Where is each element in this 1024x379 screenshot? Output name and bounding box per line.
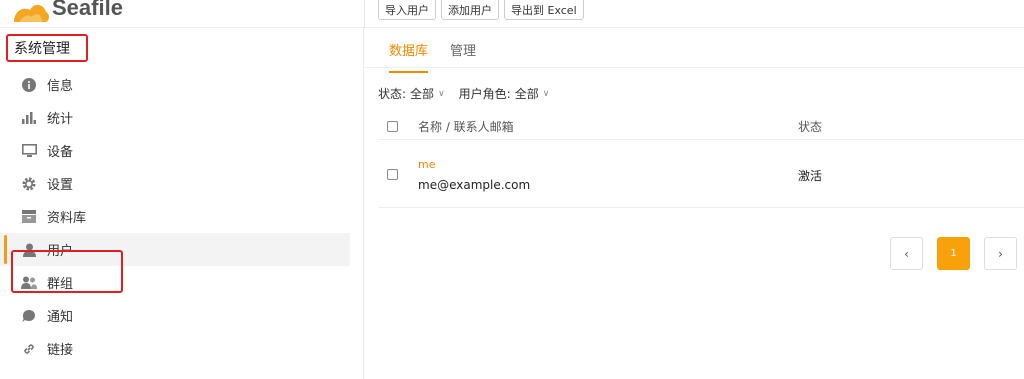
prev-page-button[interactable]: ‹ bbox=[890, 237, 923, 270]
chevron-down-icon: ∨ bbox=[542, 88, 550, 99]
sidebar-item-label: 设置 bbox=[47, 178, 74, 193]
status-filter-label: 状态: bbox=[378, 87, 407, 101]
user-email: me@example.com bbox=[418, 178, 531, 192]
role-filter-label: 用户角色: bbox=[458, 87, 511, 101]
info-icon bbox=[21, 77, 37, 93]
role-filter[interactable]: 用户角色: 全部 ∨ bbox=[459, 85, 550, 102]
logo-icon bbox=[10, 0, 50, 23]
chevron-right-icon: › bbox=[998, 246, 1003, 261]
sidebar-item-label: 链接 bbox=[47, 343, 74, 358]
header-divider bbox=[364, 0, 365, 28]
brand-name: Seafile bbox=[52, 0, 123, 20]
sidebar-item-users[interactable]: 用户 bbox=[0, 233, 350, 266]
sidebar-item-settings[interactable]: 设置 bbox=[0, 167, 350, 200]
sidebar-item-label: 资料库 bbox=[47, 211, 87, 226]
library-icon bbox=[21, 209, 37, 225]
column-header-name: 名称 / 联系人邮箱 bbox=[418, 120, 514, 134]
main-content: 数据库 管理 状态: 全部 ∨ 用户角色: 全部 ∨ 名称 / 联系人邮箱 状态… bbox=[365, 28, 1024, 379]
next-page-button[interactable]: › bbox=[984, 237, 1017, 270]
tab-database[interactable]: 数据库 bbox=[389, 40, 429, 73]
logo[interactable]: Seafile bbox=[10, 0, 123, 23]
sidebar-item-label: 群组 bbox=[47, 277, 74, 292]
sidebar: 系统管理 信息 统计 设备 设置 资料库 用户 群组 通知 链接 bbox=[0, 28, 364, 379]
table-header: 名称 / 联系人邮箱 状态 bbox=[378, 112, 1024, 140]
bar-chart-icon bbox=[21, 110, 37, 126]
sidebar-item-label: 设备 bbox=[47, 145, 74, 160]
column-header-status: 状态 bbox=[798, 120, 823, 134]
table-row: me me@example.com 激活 bbox=[378, 140, 1024, 208]
sidebar-item-groups[interactable]: 群组 bbox=[0, 266, 350, 299]
row-checkbox[interactable] bbox=[387, 169, 398, 180]
tab-bar: 数据库 管理 bbox=[365, 28, 1024, 73]
sidebar-item-notifications[interactable]: 通知 bbox=[0, 299, 350, 332]
sidebar-item-statistics[interactable]: 统计 bbox=[0, 101, 350, 134]
user-icon bbox=[21, 242, 37, 258]
chevron-left-icon: ‹ bbox=[904, 246, 909, 261]
status-filter-value: 全部 bbox=[410, 87, 435, 101]
top-bar: Seafile 导入用户 添加用户 导出到 Excel bbox=[0, 0, 1024, 28]
gear-icon bbox=[21, 176, 37, 192]
import-users-button[interactable]: 导入用户 bbox=[378, 0, 436, 20]
filter-bar: 状态: 全部 ∨ 用户角色: 全部 ∨ bbox=[378, 85, 549, 102]
toolbar: 导入用户 添加用户 导出到 Excel bbox=[378, 0, 584, 20]
sidebar-item-info[interactable]: 信息 bbox=[0, 68, 350, 101]
sidebar-item-label: 统计 bbox=[47, 112, 74, 127]
sidebar-item-libraries[interactable]: 资料库 bbox=[0, 200, 350, 233]
sidebar-title: 系统管理 bbox=[6, 34, 88, 62]
sidebar-nav: 信息 统计 设备 设置 资料库 用户 群组 通知 链接 bbox=[0, 68, 350, 365]
page-number-current[interactable]: 1 bbox=[937, 237, 970, 270]
sidebar-item-devices[interactable]: 设备 bbox=[0, 134, 350, 167]
status-filter[interactable]: 状态: 全部 ∨ bbox=[378, 85, 445, 102]
notification-icon bbox=[21, 308, 37, 324]
role-filter-value: 全部 bbox=[514, 87, 539, 101]
sidebar-item-links[interactable]: 链接 bbox=[0, 332, 350, 365]
sidebar-item-label: 信息 bbox=[47, 79, 74, 94]
select-all-checkbox[interactable] bbox=[387, 121, 398, 132]
chevron-down-icon: ∨ bbox=[438, 88, 445, 99]
monitor-icon bbox=[21, 143, 37, 159]
sidebar-item-label: 用户 bbox=[47, 244, 74, 259]
sidebar-item-label: 通知 bbox=[47, 310, 74, 325]
group-icon bbox=[21, 275, 37, 291]
export-excel-button[interactable]: 导出到 Excel bbox=[504, 0, 584, 20]
user-status[interactable]: 激活 bbox=[798, 167, 822, 184]
tab-admin[interactable]: 管理 bbox=[450, 40, 476, 59]
user-name-link[interactable]: me bbox=[418, 158, 435, 171]
link-icon bbox=[21, 341, 37, 357]
add-user-button[interactable]: 添加用户 bbox=[441, 0, 499, 20]
